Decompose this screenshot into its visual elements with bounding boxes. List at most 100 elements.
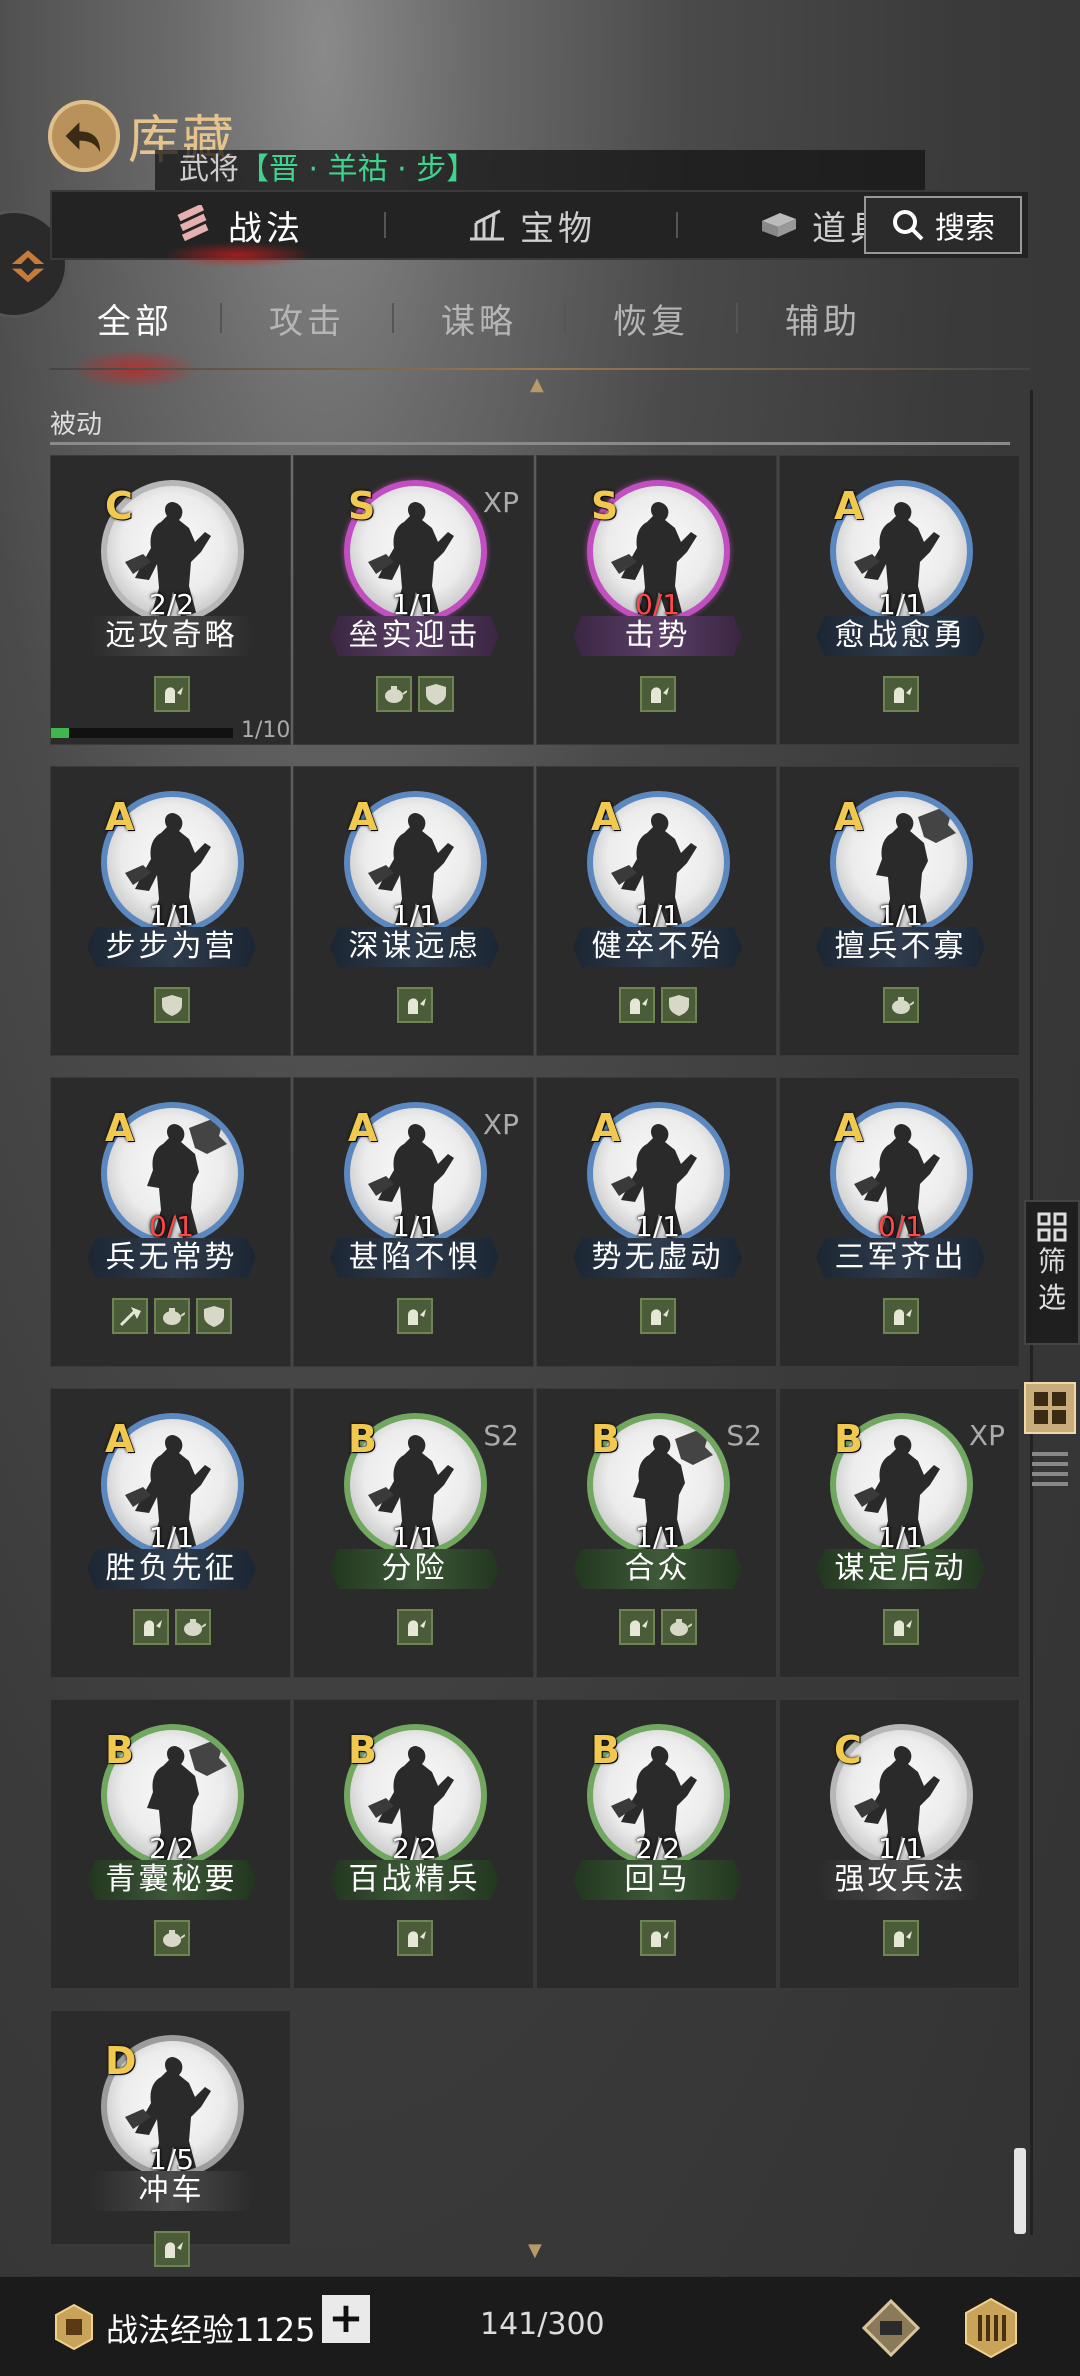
general-banner: 武将【晋 · 羊祜 · 步】 — [155, 150, 925, 190]
teapot-icon — [153, 1298, 190, 1334]
grade-badge: B — [348, 1417, 377, 1461]
trait-row — [294, 676, 535, 712]
grade-badge: B — [105, 1728, 134, 1772]
strength-icon — [882, 1609, 919, 1645]
teapot-icon — [882, 987, 919, 1023]
tactic-card[interactable]: A 1/1 愈战愈勇 — [779, 455, 1020, 745]
return-icon — [11, 250, 45, 283]
tactics-grid: C 2/2 远攻奇略 1/10 S XP 1/1 垒实迎击 S 0/1 击势 A 1/1 愈战愈勇 A 1/1… — [50, 455, 1025, 2267]
tactic-name: 远攻奇略 — [87, 616, 256, 656]
tactic-card[interactable]: B XP 1/1 谋定后动 — [779, 1388, 1020, 1678]
disassemble-icon[interactable] — [858, 2295, 924, 2361]
search-icon — [893, 210, 924, 241]
bottom-bar: 战法经验1125 + 141/300 — [0, 2276, 1080, 2376]
tactic-name: 愈战愈勇 — [816, 616, 985, 656]
trait-row — [51, 1609, 292, 1645]
subtab-strategy[interactable]: 谋略 — [394, 294, 564, 343]
filter-grid-icon — [1037, 1212, 1067, 1242]
scroll-down-arrow-icon[interactable]: ▼ — [528, 2240, 542, 2261]
shield-icon — [417, 676, 454, 712]
grade-badge: B — [348, 1728, 377, 1772]
tactic-card[interactable]: A 0/1 兵无常势 — [50, 1077, 291, 1367]
trait-row — [294, 987, 535, 1023]
subtab-recovery[interactable]: 恢复 — [566, 294, 736, 343]
tactic-name: 深谋远虑 — [330, 927, 499, 967]
subtab-all[interactable]: 全部 — [50, 294, 220, 389]
strength-icon — [396, 1609, 433, 1645]
section-divider — [50, 442, 1010, 445]
grade-badge: A — [105, 1106, 135, 1150]
scroll-book-icon[interactable] — [958, 2295, 1024, 2361]
subtab-support[interactable]: 辅助 — [738, 294, 908, 343]
upgrade-progress-text: 1/10 — [241, 718, 291, 743]
tactic-card[interactable]: C 2/2 远攻奇略 1/10 — [50, 455, 291, 745]
back-button[interactable] — [48, 100, 120, 172]
tactic-name: 回马 — [573, 1860, 742, 1900]
trait-row — [537, 1609, 778, 1645]
sub-tab-bar: 全部 攻击 谋略 恢复 辅助 — [50, 290, 1030, 389]
trait-row — [294, 1920, 535, 1956]
tactic-card[interactable]: B S2 1/1 合众 — [536, 1388, 777, 1678]
tactic-card[interactable]: B 2/2 青囊秘要 — [50, 1699, 291, 1989]
grade-badge: S — [591, 484, 619, 528]
tab-separator — [384, 212, 386, 238]
grade-badge: B — [591, 1728, 620, 1772]
filter-label-1: 筛 — [1037, 1245, 1066, 1278]
trait-row — [780, 1609, 1021, 1645]
grid-view-icon[interactable] — [1024, 1382, 1076, 1434]
tactic-card[interactable]: S 0/1 击势 — [536, 455, 777, 745]
tactic-name: 势无虚动 — [573, 1238, 742, 1278]
trait-row — [537, 1920, 778, 1956]
tab-tactics[interactable]: 战法 — [152, 190, 324, 268]
tactic-card[interactable]: A 1/1 深谋远虑 — [293, 766, 534, 1056]
search-label: 搜索 — [935, 211, 995, 246]
tactic-name: 擅兵不寡 — [816, 927, 985, 967]
teapot-icon — [174, 1609, 211, 1645]
axe-icon — [111, 1298, 148, 1334]
strength-icon — [153, 2231, 190, 2267]
tactic-card[interactable]: B S2 1/1 分险 — [293, 1388, 534, 1678]
tactic-card[interactable]: A 1/1 胜负先征 — [50, 1388, 291, 1678]
trait-row — [537, 1298, 778, 1334]
season-tag: S2 — [483, 1419, 519, 1452]
grade-badge: A — [591, 1106, 621, 1150]
box-icon — [762, 213, 796, 237]
tactic-card[interactable]: A XP 1/1 甚陷不惧 — [293, 1077, 534, 1367]
tactic-name: 甚陷不惧 — [330, 1238, 499, 1278]
trait-row — [780, 987, 1021, 1023]
general-prefix: 武将 — [179, 152, 239, 187]
tactic-exp-label: 战法经验1125 — [106, 2305, 315, 2351]
divider — [50, 368, 1030, 370]
tactic-card[interactable]: D 1/5 冲车 — [50, 2010, 291, 2267]
strength-icon — [639, 1298, 676, 1334]
add-exp-button[interactable]: + — [322, 2295, 370, 2343]
filter-button[interactable]: 筛 选 — [1024, 1200, 1080, 1345]
trait-row — [537, 987, 778, 1023]
grade-badge: A — [591, 795, 621, 839]
scrollbar-thumb[interactable] — [1014, 2148, 1026, 2234]
tactic-card[interactable]: A 1/1 步步为营 — [50, 766, 291, 1056]
tab-treasures-label: 宝物 — [520, 208, 596, 249]
teapot-icon — [660, 1609, 697, 1645]
tab-tactics-label: 战法 — [228, 208, 304, 249]
tactic-card[interactable]: C 1/1 强攻兵法 — [779, 1699, 1020, 1989]
tactic-card[interactable]: A 1/1 健卒不殆 — [536, 766, 777, 1056]
subtab-attack[interactable]: 攻击 — [222, 294, 392, 343]
strength-icon — [882, 1920, 919, 1956]
search-button[interactable]: 搜索 — [864, 196, 1022, 254]
tactic-card[interactable]: B 2/2 百战精兵 — [293, 1699, 534, 1989]
tactic-card[interactable]: S XP 1/1 垒实迎击 — [293, 455, 534, 745]
tactic-card[interactable]: A 1/1 擅兵不寡 — [779, 766, 1020, 1056]
scroll-up-arrow-icon[interactable]: ▲ — [530, 374, 544, 395]
weapon-stand-icon — [470, 209, 504, 241]
upgrade-progress-bar — [51, 728, 233, 738]
list-view-icon[interactable] — [1032, 1452, 1068, 1486]
filter-label-2: 选 — [1037, 1281, 1066, 1314]
tactic-card[interactable]: B 2/2 回马 — [536, 1699, 777, 1989]
strength-icon — [396, 987, 433, 1023]
grade-badge: A — [834, 1106, 864, 1150]
tactic-card[interactable]: A 1/1 势无虚动 — [536, 1077, 777, 1367]
tactic-card[interactable]: A 0/1 三军齐出 — [779, 1077, 1020, 1367]
strength-icon — [153, 676, 190, 712]
tab-treasures[interactable]: 宝物 — [446, 190, 616, 260]
